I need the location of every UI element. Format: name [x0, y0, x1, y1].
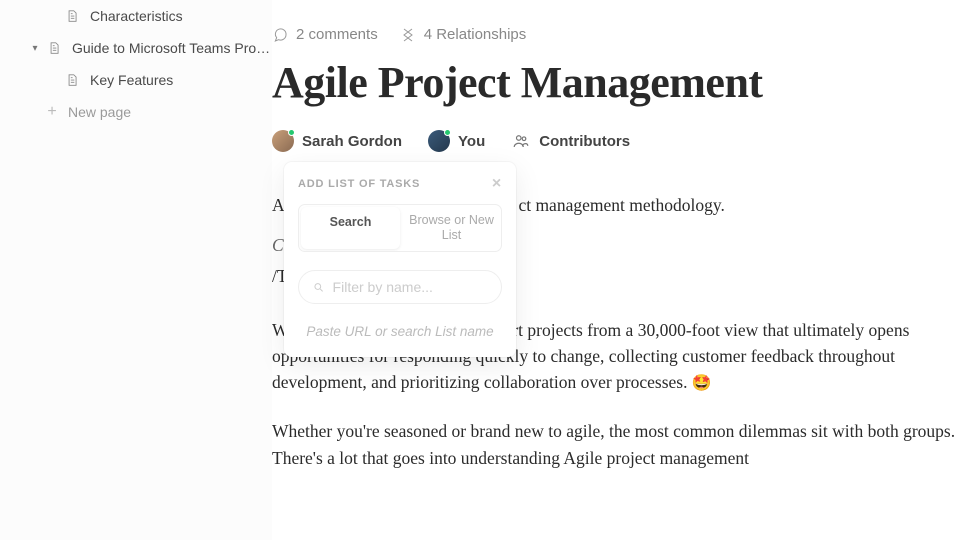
author-chip[interactable]: Sarah Gordon	[272, 130, 402, 152]
relationships-link[interactable]: 4 Relationships	[400, 26, 527, 43]
contributors-chip[interactable]: Contributors	[511, 131, 630, 151]
sidebar-item-label: Characteristics	[90, 8, 183, 24]
document-icon	[46, 40, 62, 56]
document-icon	[64, 8, 80, 24]
sidebar-item-label: Guide to Microsoft Teams Project…	[72, 40, 272, 56]
sidebar-item-key-features[interactable]: Key Features	[0, 64, 272, 96]
relationships-label: 4 Relationships	[424, 26, 527, 43]
contributors-label: Contributors	[539, 133, 630, 150]
sidebar-item-guide[interactable]: ▾ Guide to Microsoft Teams Project…	[0, 32, 272, 64]
you-chip[interactable]: You	[428, 130, 485, 152]
popover-tabs: Search Browse or New List	[298, 204, 502, 252]
tab-search[interactable]: Search	[301, 207, 400, 249]
search-icon	[313, 281, 325, 294]
sidebar-item-characteristics[interactable]: Characteristics	[0, 0, 272, 32]
sidebar-item-label: Key Features	[90, 72, 173, 88]
filter-field[interactable]	[298, 270, 502, 304]
chevron-down-icon: ▾	[28, 43, 42, 54]
star-struck-emoji: 🤩	[692, 375, 712, 392]
plus-icon: +	[44, 104, 60, 120]
popover-heading: ADD LIST OF TASKS	[298, 178, 420, 190]
avatar	[428, 130, 450, 152]
body-para-2: Whether you're seasoned or brand new to …	[272, 418, 960, 471]
meta-row: 2 comments 4 Relationships	[272, 26, 960, 43]
page-title: Agile Project Management	[272, 57, 960, 108]
author-name: Sarah Gordon	[302, 133, 402, 150]
you-label: You	[458, 133, 485, 150]
avatar	[272, 130, 294, 152]
sidebar-item-label: New page	[68, 104, 131, 120]
sidebar-new-page[interactable]: + New page	[0, 96, 272, 128]
tab-browse-new[interactable]: Browse or New List	[402, 205, 501, 251]
popover-hint: Paste URL or search List name	[298, 324, 502, 339]
main-content: 2 comments 4 Relationships Agile Project…	[272, 0, 960, 540]
group-icon	[511, 131, 531, 151]
sidebar: Characteristics ▾ Guide to Microsoft Tea…	[0, 0, 272, 540]
people-row: Sarah Gordon You Contributors	[272, 130, 960, 152]
document-icon	[64, 72, 80, 88]
filter-input[interactable]	[333, 279, 487, 295]
comments-label: 2 comments	[296, 26, 378, 43]
comments-link[interactable]: 2 comments	[272, 26, 378, 43]
relationships-icon	[400, 27, 416, 43]
comment-icon	[272, 27, 288, 43]
close-icon[interactable]: ×	[492, 176, 502, 192]
add-list-popover: ADD LIST OF TASKS × Search Browse or New…	[284, 162, 516, 357]
